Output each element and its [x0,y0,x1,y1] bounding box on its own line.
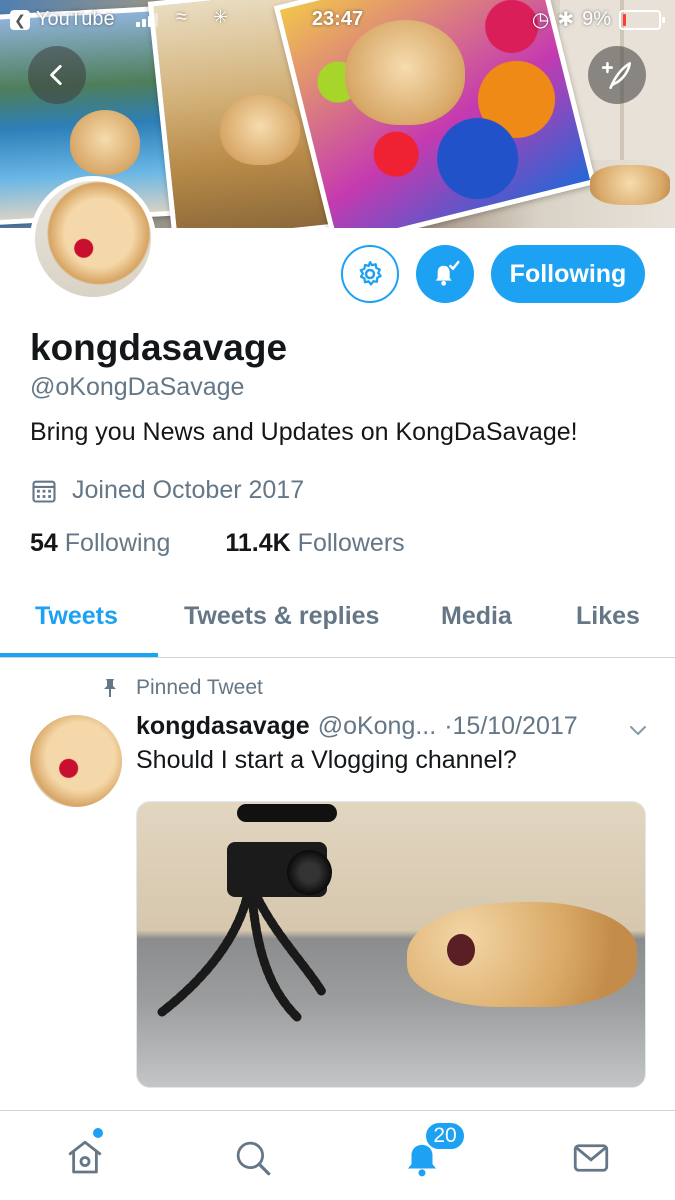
banner-dog [220,95,300,165]
dog-mouth [447,934,475,966]
profile-avatar[interactable] [30,176,156,302]
nav-search[interactable] [228,1133,278,1183]
nav-home[interactable] [60,1133,110,1183]
display-name: kongdasavage [30,327,288,368]
pinned-text: Pinned Tweet [136,676,263,699]
chevron-left-icon [50,64,62,86]
bluetooth-icon: ✱ [557,9,575,31]
calendar-icon [32,480,56,503]
chevron-down-icon[interactable] [626,718,650,742]
new-content-dot [93,1128,103,1138]
joined-label: Joined October 2017 [72,476,305,504]
profile-settings-button[interactable] [341,245,399,303]
tripod [157,897,327,1022]
followers-stat[interactable]: 11.4K Followers [225,529,404,558]
followers-count: 11.4K [225,529,291,557]
pinned-tweet-label: Pinned Tweet [100,676,263,700]
tweet-author-handle[interactable]: @oKong... [318,712,437,741]
tweet-media-image[interactable] [136,801,646,1088]
following-button[interactable]: Following [491,245,645,303]
notifications-on-button[interactable] [416,245,474,303]
tab-likes[interactable]: Likes [576,602,640,631]
alarm-icon: ◷ [531,9,550,31]
bottom-tab-bar [0,1110,675,1200]
following-stat[interactable]: 54 Following [30,529,170,558]
battery-icon [619,9,665,30]
nav-messages[interactable] [566,1133,616,1183]
notifications-badge: 20 [424,1121,466,1151]
profile-stats: 54 Following 11.4K Followers [30,529,405,558]
tab-tweets[interactable]: Tweets [35,602,118,631]
tweet-text: Should I start a Vlogging channel? [136,746,517,774]
messages-icon [573,1144,609,1172]
profile-bio: Bring you News and Updates on KongDaSava… [30,418,578,446]
following-count: 54 [30,529,58,557]
tweet-author-avatar[interactable] [30,715,122,807]
yawning-dog [407,902,637,1007]
battery-fill [623,13,626,26]
avatar-image [35,181,151,297]
avatar-image [30,715,122,807]
active-tab-indicator [0,653,158,657]
tab-media[interactable]: Media [441,602,512,631]
tweet-header: kongdasavage @oKong... ·15/10/2017 [136,712,578,741]
bell-check-icon [435,260,460,286]
gear-icon [359,261,382,286]
banner-dog [590,165,670,205]
followers-label: Followers [297,529,405,557]
tweet-author-name[interactable]: kongdasavage [136,712,310,741]
back-button[interactable] [28,46,86,104]
status-bar: ❮ YouTube ≈ ✳ 23:47 ◷ ✱ 9% [0,0,675,38]
tweet-date[interactable]: ·15/10/2017 [444,712,577,741]
home-icon [68,1140,102,1174]
camera-microphone [237,804,337,822]
compose-tweet-icon [601,62,632,90]
banner-dog [70,110,140,175]
following-label: Following [64,529,171,557]
search-icon [236,1141,271,1176]
pin-icon [104,679,116,697]
joined-date: Joined October 2017 [30,476,304,505]
camera-lens [287,850,332,895]
profile-tabs: Tweets Tweets & replies Media Likes [0,580,675,658]
compose-tweet-button[interactable] [588,46,646,104]
profile-handle: @oKongDaSavage [30,373,245,401]
battery-percent: 9% [582,8,611,30]
tab-tweets-and-replies[interactable]: Tweets & replies [184,602,379,631]
